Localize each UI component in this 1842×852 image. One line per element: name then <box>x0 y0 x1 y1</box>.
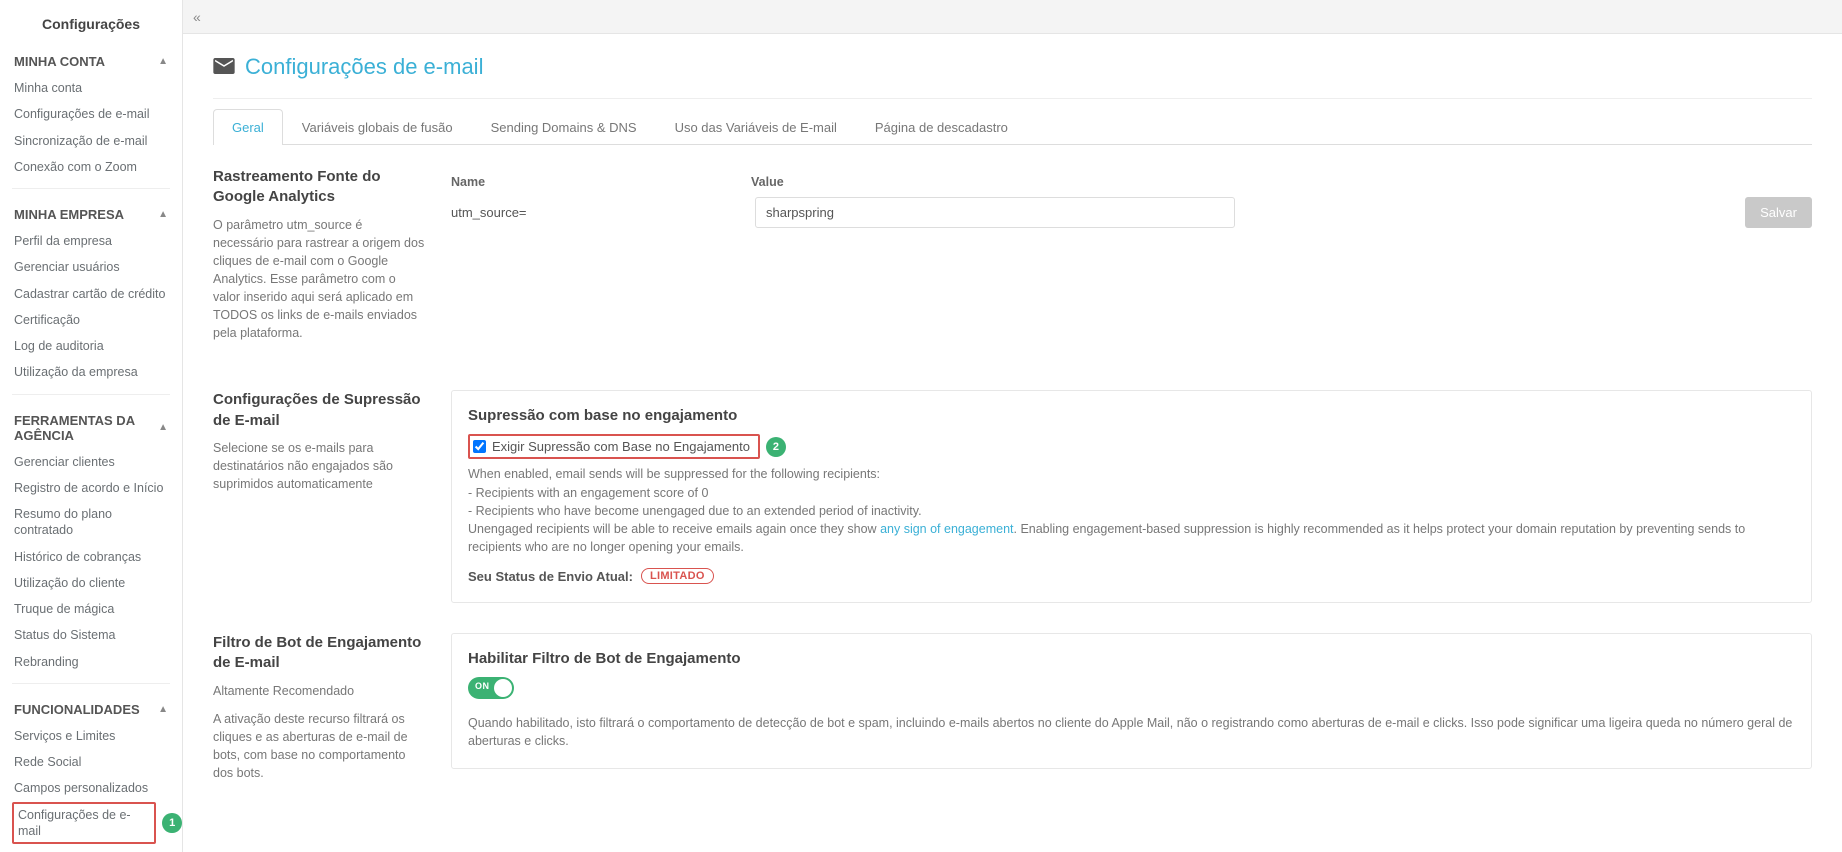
nav-company-usage[interactable]: Utilização da empresa <box>0 359 182 385</box>
require-suppression-label: Exigir Supressão com Base no Engajamento <box>492 439 750 454</box>
section-label: FERRAMENTAS DA AGÊNCIA <box>14 413 158 443</box>
section-label: FUNCIONALIDADES <box>14 702 140 717</box>
suppression-text-2: - Recipients with an engagement score of… <box>468 484 1795 502</box>
divider <box>12 683 170 684</box>
suppression-desc: Selecione se os e-mails para destinatári… <box>213 439 425 493</box>
param-name: utm_source= <box>451 197 735 220</box>
nav-billing-history[interactable]: Histórico de cobranças <box>0 544 182 570</box>
tab-email-var-usage[interactable]: Uso das Variáveis de E-mail <box>656 109 856 145</box>
status-value-badge: LIMITADO <box>641 568 714 584</box>
botfilter-panel: Habilitar Filtro de Bot de Engajamento O… <box>451 633 1812 769</box>
suppression-heading: Configurações de Supressão de E-mail <box>213 390 425 431</box>
tabs: Geral Variáveis globais de fusão Sending… <box>213 109 1812 145</box>
nav-manage-users[interactable]: Gerenciar usuários <box>0 254 182 280</box>
step-badge-2: 2 <box>766 437 786 457</box>
nav-client-usage[interactable]: Utilização do cliente <box>0 570 182 596</box>
suppression-panel-heading: Supressão com base no engajamento <box>468 407 1795 424</box>
collapse-sidebar-icon[interactable]: « <box>193 9 201 25</box>
sending-status: Seu Status de Envio Atual: LIMITADO <box>468 568 1795 584</box>
nav-custom-fields[interactable]: Campos personalizados <box>0 775 182 801</box>
envelope-icon <box>213 54 235 80</box>
botfilter-sub: Altamente Recomendado <box>213 682 425 700</box>
nav-my-account[interactable]: Minha conta <box>0 75 182 101</box>
nav-magic-trick[interactable]: Truque de mágica <box>0 596 182 622</box>
tab-general[interactable]: Geral <box>213 109 283 145</box>
col-name: Name <box>451 167 751 197</box>
nav-services-limits[interactable]: Serviços e Limites <box>0 723 182 749</box>
col-value: Value <box>751 167 784 197</box>
highlight-annotation: Configurações de e-mail <box>12 802 156 845</box>
chevron-up-icon: ▲ <box>158 209 168 220</box>
chevron-up-icon: ▲ <box>158 422 168 433</box>
nav-agreement[interactable]: Registro de acordo e Início <box>0 475 182 501</box>
main: « Configurações de e-mail Geral Variávei… <box>183 0 1842 852</box>
suppression-text-4: Unengaged recipients will be able to rec… <box>468 520 1795 556</box>
topbar: « <box>183 0 1842 34</box>
utm-source-input[interactable] <box>755 197 1235 228</box>
ga-heading: Rastreamento Fonte do Google Analytics <box>213 167 425 208</box>
toggle-knob <box>494 679 512 697</box>
suppression-panel: Supressão com base no engajamento Exigir… <box>451 390 1812 603</box>
section-label: MINHA CONTA <box>14 54 105 69</box>
sidebar: Configurações MINHA CONTA ▲ Minha conta … <box>0 0 183 852</box>
save-button[interactable]: Salvar <box>1745 197 1812 228</box>
divider <box>12 394 170 395</box>
nav-plan-summary[interactable]: Resumo do plano contratado <box>0 501 182 544</box>
step-badge-1: 1 <box>162 813 182 833</box>
highlight-annotation: Exigir Supressão com Base no Engajamento <box>468 434 760 459</box>
chevron-up-icon: ▲ <box>158 704 168 715</box>
page-title-text: Configurações de e-mail <box>245 54 483 80</box>
ga-section: Rastreamento Fonte do Google Analytics O… <box>213 167 1812 342</box>
botfilter-section: Filtro de Bot de Engajamento de E-mail A… <box>213 633 1812 782</box>
tab-unsubscribe-page[interactable]: Página de descadastro <box>856 109 1027 145</box>
suppression-text-1: When enabled, email sends will be suppre… <box>468 465 1795 483</box>
page-title: Configurações de e-mail <box>213 54 1812 99</box>
chevron-up-icon: ▲ <box>158 56 168 67</box>
ga-desc: O parâmetro utm_source é necessário para… <box>213 216 425 343</box>
tab-sending-domains[interactable]: Sending Domains & DNS <box>472 109 656 145</box>
section-header-agency[interactable]: FERRAMENTAS DA AGÊNCIA ▲ <box>0 403 182 449</box>
require-suppression-checkbox[interactable] <box>473 440 486 453</box>
suppression-text-4a: Unengaged recipients will be able to rec… <box>468 522 880 536</box>
nav-credit-card[interactable]: Cadastrar cartão de crédito <box>0 281 182 307</box>
nav-zoom[interactable]: Conexão com o Zoom <box>0 154 182 180</box>
engagement-link[interactable]: any sign of engagement <box>880 522 1013 536</box>
tab-merge-vars[interactable]: Variáveis globais de fusão <box>283 109 472 145</box>
suppression-text-3: - Recipients who have become unengaged d… <box>468 502 1795 520</box>
toggle-label: ON <box>475 681 490 691</box>
nav-email-settings-features[interactable]: Configurações de e-mail <box>16 805 152 842</box>
status-label: Seu Status de Envio Atual: <box>468 569 633 584</box>
nav-email-settings[interactable]: Configurações de e-mail <box>0 101 182 127</box>
divider <box>12 188 170 189</box>
nav-manage-clients[interactable]: Gerenciar clientes <box>0 449 182 475</box>
botfilter-toggle[interactable]: ON <box>468 677 514 699</box>
nav-audit-log[interactable]: Log de auditoria <box>0 333 182 359</box>
suppression-section: Configurações de Supressão de E-mail Sel… <box>213 390 1812 603</box>
section-label: MINHA EMPRESA <box>14 207 124 222</box>
nav-company-profile[interactable]: Perfil da empresa <box>0 228 182 254</box>
section-header-account[interactable]: MINHA CONTA ▲ <box>0 44 182 75</box>
nav-certification[interactable]: Certificação <box>0 307 182 333</box>
section-header-company[interactable]: MINHA EMPRESA ▲ <box>0 197 182 228</box>
section-header-features[interactable]: FUNCIONALIDADES ▲ <box>0 692 182 723</box>
botfilter-heading: Filtro de Bot de Engajamento de E-mail <box>213 633 425 674</box>
nav-email-sync[interactable]: Sincronização de e-mail <box>0 128 182 154</box>
nav-social[interactable]: Rede Social <box>0 749 182 775</box>
botfilter-desc: A ativação deste recurso filtrará os cli… <box>213 710 425 783</box>
content: Configurações de e-mail Geral Variáveis … <box>183 34 1842 822</box>
botfilter-panel-heading: Habilitar Filtro de Bot de Engajamento <box>468 650 1795 667</box>
sidebar-title: Configurações <box>0 8 182 44</box>
botfilter-text: Quando habilitado, isto filtrará o compo… <box>468 714 1795 750</box>
nav-system-status[interactable]: Status do Sistema <box>0 622 182 648</box>
nav-rebranding[interactable]: Rebranding <box>0 649 182 675</box>
